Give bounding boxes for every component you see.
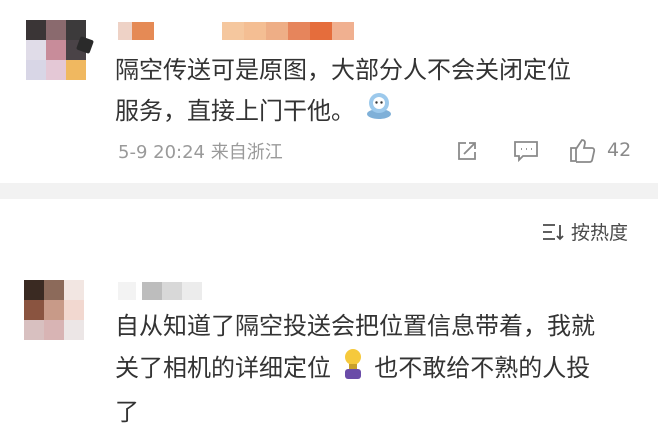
username-blurred[interactable] xyxy=(118,22,354,40)
share-icon xyxy=(458,142,476,160)
comment-line: 服务，直接上门干他。 xyxy=(115,97,355,125)
comment-content: 隔空传送可是原图，大部分人不会关闭定位 服务，直接上门干他。 xyxy=(115,50,571,134)
comment-line: 隔空传送可是原图，大部分人不会关闭定位 xyxy=(115,56,571,84)
share-button[interactable] xyxy=(455,139,479,163)
comment-icon xyxy=(514,141,538,163)
comment-line: 自从知道了隔空投送会把位置信息带着，我就 xyxy=(115,312,595,340)
comment-location: 来自浙江 xyxy=(210,142,283,163)
comment-line: 了 xyxy=(115,398,139,426)
comment-meta: 5-9 20:24 来自浙江 xyxy=(118,138,283,164)
comment-date: 5-9 20:24 xyxy=(118,142,205,163)
reply-button[interactable] xyxy=(513,139,539,163)
avatar[interactable] xyxy=(24,280,84,340)
lightbulb-emoji-icon xyxy=(339,346,367,392)
astronaut-emoji-icon xyxy=(363,90,395,134)
like-button[interactable]: 42 xyxy=(569,137,631,163)
sort-by-hot-button[interactable]: 按热度 xyxy=(541,218,628,245)
comment-line: 也不敢给不熟的人投 xyxy=(374,354,591,382)
comment-content: 自从知道了隔空投送会把位置信息带着，我就 关了相机的详细定位 也不敢给不熟的人投… xyxy=(115,306,595,432)
sort-icon xyxy=(542,223,564,240)
thumbs-up-icon xyxy=(570,139,596,163)
comment-line: 关了相机的详细定位 xyxy=(115,354,331,382)
like-count: 42 xyxy=(607,139,632,161)
section-divider xyxy=(0,183,658,199)
sort-label: 按热度 xyxy=(570,222,628,244)
avatar[interactable] xyxy=(26,20,86,80)
username-blurred[interactable] xyxy=(118,282,202,300)
